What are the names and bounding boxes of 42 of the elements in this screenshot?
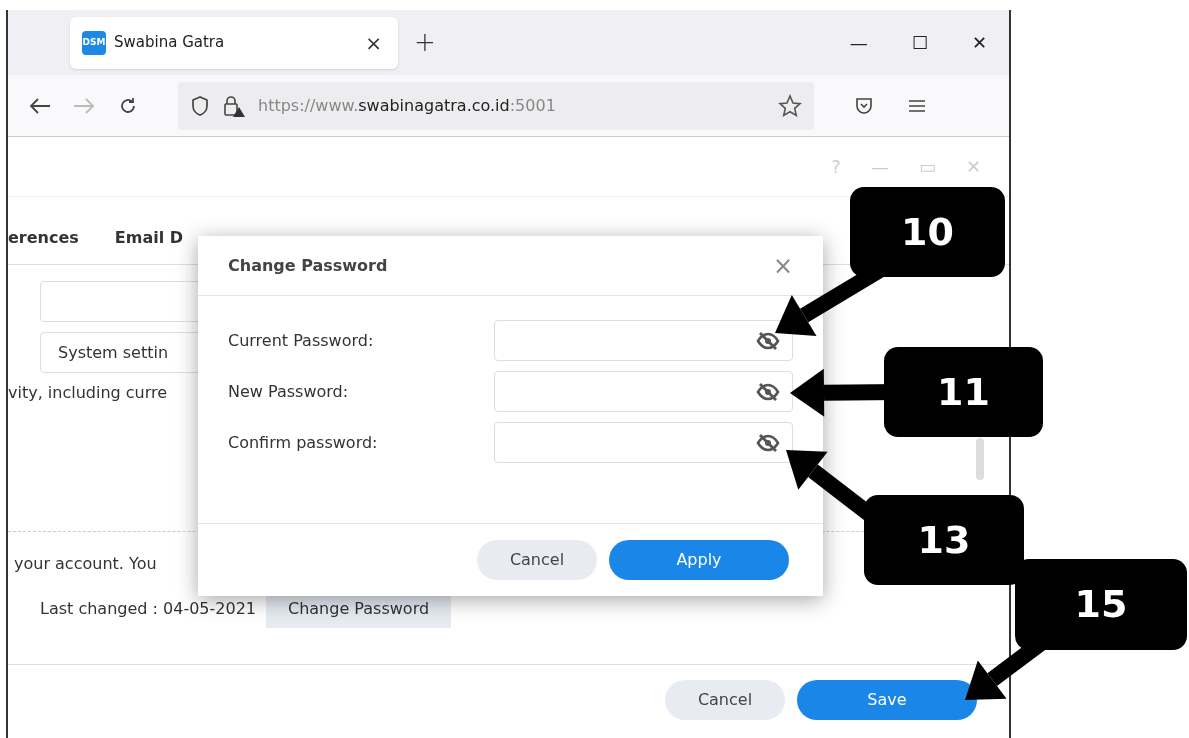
callout-label: 15 — [1015, 559, 1187, 650]
reload-icon[interactable] — [118, 95, 138, 116]
password-field[interactable] — [494, 422, 793, 463]
eye-slash-icon[interactable] — [756, 381, 780, 402]
field-label: Confirm password: — [228, 431, 379, 454]
address-bar[interactable]: https://www.swabinagatra.co.id:5001 — [178, 81, 814, 130]
settings-tab[interactable]: Email D — [114, 226, 184, 250]
callout-label: 10 — [850, 187, 1005, 277]
password-field[interactable] — [494, 371, 793, 412]
callout-label: 11 — [884, 347, 1043, 437]
cancel-button[interactable]: Cancel — [477, 540, 597, 580]
scrollbar[interactable] — [976, 438, 984, 480]
field-label: Current Password: — [228, 329, 375, 352]
dialog-title: Change Password — [228, 254, 389, 277]
minimize-button[interactable]: — — [849, 29, 868, 56]
close-button[interactable]: × — [772, 247, 793, 284]
pocket-icon[interactable] — [854, 95, 874, 116]
callout-label: 13 — [864, 495, 1024, 585]
primary-button[interactable]: Apply — [609, 540, 789, 580]
last-changed-text: Last changed : 04-05-2021 — [40, 598, 256, 620]
eye-slash-icon[interactable] — [756, 330, 780, 351]
back-icon[interactable] — [28, 95, 52, 116]
password-field[interactable] — [494, 320, 793, 361]
tab-title: Swabina Gatra — [114, 32, 226, 54]
account-text: your account. You — [14, 553, 157, 575]
cancel-button[interactable]: Cancel — [665, 680, 785, 720]
close-tab-button[interactable]: × — [361, 27, 386, 58]
new-tab-button[interactable]: + — [414, 23, 436, 62]
maximize-button[interactable]: ☐ — [911, 29, 928, 56]
eye-slash-icon[interactable] — [756, 432, 780, 453]
close-window-button[interactable]: ✕ — [971, 29, 987, 56]
browser-tab[interactable]: DSM Swabina Gatra × — [70, 16, 398, 69]
url-text: https://www.swabinagatra.co.id:5001 — [258, 94, 557, 117]
primary-button[interactable]: Save — [797, 680, 977, 720]
field-label: New Password: — [228, 380, 350, 403]
description-text: vity, including curre — [8, 382, 168, 404]
settings-tab[interactable]: erences — [8, 226, 79, 250]
shield-icon — [190, 94, 210, 117]
favicon: DSM — [82, 30, 106, 55]
lock-warning-icon — [222, 93, 246, 118]
star-icon[interactable] — [778, 93, 802, 118]
menu-icon[interactable] — [908, 97, 926, 114]
